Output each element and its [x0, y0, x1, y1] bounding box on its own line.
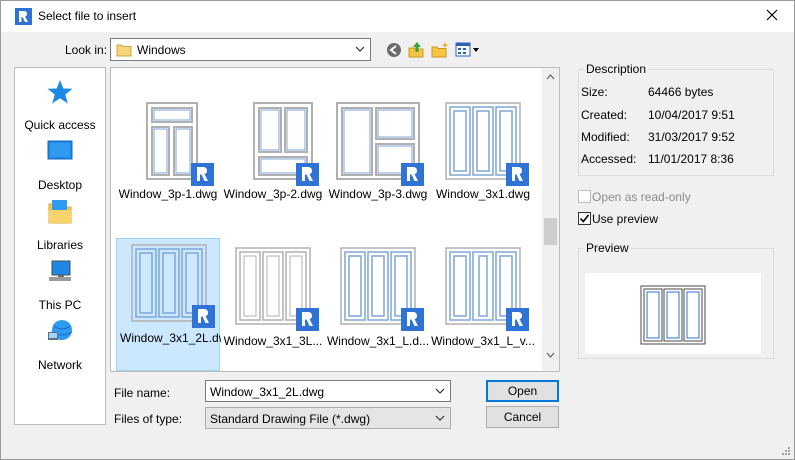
file-type-field-label: Files of type: [114, 412, 183, 426]
place-libraries[interactable]: Libraries [15, 198, 105, 258]
file-tile[interactable]: Window_3p-1.dwg [116, 97, 220, 234]
dwg-file-icon [506, 163, 529, 186]
resize-grip-icon[interactable] [780, 445, 790, 455]
accessed-value: 11/01/2017 8:36 [648, 152, 734, 166]
file-tile[interactable]: Window_3x1.dwg [431, 97, 535, 234]
drawing-preview [640, 285, 706, 345]
preview-title: Preview [584, 241, 631, 255]
file-tile[interactable]: Window_3p-3.dwg [326, 97, 430, 234]
created-label: Created: [581, 108, 628, 122]
dwg-file-icon [296, 163, 319, 186]
folder-icon [116, 44, 132, 57]
file-name-label: Window_3x1_L_v... [431, 334, 535, 348]
place-label: Quick access [24, 118, 96, 132]
places-bar: Quick access Desktop Libraries This PC N… [14, 67, 106, 425]
file-list[interactable]: Window_3p-1.dwg Window_3p-2.dwg Window_3… [110, 67, 560, 372]
place-desktop[interactable]: Desktop [15, 138, 105, 198]
place-this-pc[interactable]: This PC [15, 258, 105, 318]
place-label: Desktop [37, 178, 83, 192]
size-value: 64466 bytes [648, 85, 714, 99]
place-label: Network [37, 358, 82, 372]
place-label: This PC [38, 298, 82, 312]
file-tile[interactable]: Window_3x1_3L... [221, 242, 325, 379]
file-name-label: Window_3x1.dwg [435, 187, 531, 201]
size-label: Size: [581, 85, 608, 99]
file-name-value: Window_3x1_2L.dwg [210, 385, 325, 399]
look-in-dropdown[interactable]: Windows [110, 38, 371, 61]
dwg-file-icon [191, 163, 214, 186]
cancel-button[interactable]: Cancel [486, 406, 559, 428]
dwg-file-icon [296, 308, 319, 331]
file-name-input[interactable]: Window_3x1_2L.dwg [205, 380, 451, 402]
vertical-scrollbar[interactable] [542, 68, 559, 371]
preview-group: Preview [578, 241, 774, 359]
created-value: 10/04/2017 9:51 [648, 108, 735, 122]
scrollbar-thumb[interactable] [544, 218, 557, 245]
description-title: Description [584, 62, 649, 76]
accessed-label: Accessed: [581, 152, 637, 166]
checkbox-box[interactable] [578, 212, 591, 225]
file-name-field-label: File name: [114, 386, 171, 400]
close-icon[interactable] [764, 7, 780, 23]
open-read-only-checkbox[interactable]: Open as read-only [578, 189, 758, 205]
app-logo-icon [15, 8, 32, 25]
file-name-label: Window_3p-3.dwg [328, 187, 428, 201]
file-name-label: Window_3x1_2L.dwg [120, 331, 221, 345]
file-name-label: Window_3p-1.dwg [118, 187, 218, 201]
file-name-label: Window_3x1_3L... [223, 334, 323, 348]
new-folder-icon[interactable] [431, 41, 449, 59]
open-read-only-label: Open as read-only [592, 190, 691, 204]
use-preview-checkbox[interactable]: Use preview [578, 211, 758, 227]
preview-image [585, 273, 761, 354]
file-type-value: Standard Drawing File (*.dwg) [210, 412, 371, 426]
chevron-up-icon[interactable] [546, 74, 555, 80]
chevron-down-icon[interactable] [435, 388, 445, 395]
title-bar: Select file to insert [1, 1, 794, 32]
chevron-down-icon[interactable] [546, 352, 555, 358]
select-file-dialog: Select file to insert Look in: Windows Q… [0, 0, 795, 460]
window-title: Select file to insert [38, 9, 137, 23]
file-type-select[interactable]: Standard Drawing File (*.dwg) [205, 407, 451, 429]
dwg-file-icon [401, 308, 424, 331]
computer-icon [49, 260, 71, 281]
dwg-file-icon [401, 163, 424, 186]
place-label: Libraries [36, 238, 84, 252]
network-icon [48, 320, 73, 340]
file-tile[interactable]: Window_3p-2.dwg [221, 97, 325, 234]
file-tile[interactable]: Window_3x1_L.d... [326, 242, 430, 379]
desktop-icon [47, 140, 73, 160]
checkmark-icon [579, 214, 590, 223]
chevron-down-icon[interactable] [355, 46, 365, 53]
description-group: Description Size: 64466 bytes Created: 1… [578, 62, 774, 176]
open-button[interactable]: Open [486, 380, 559, 402]
dwg-file-icon [506, 308, 529, 331]
modified-label: Modified: [581, 130, 630, 144]
file-name-label: Window_3p-2.dwg [223, 187, 323, 201]
file-tile-selected[interactable]: Window_3x1_2L.dwg [116, 238, 221, 371]
libraries-icon [48, 200, 72, 224]
place-network[interactable]: Network [15, 318, 105, 378]
look-in-value: Windows [137, 43, 186, 57]
star-icon [47, 80, 73, 104]
chevron-down-icon[interactable] [435, 415, 445, 422]
look-in-label: Look in: [65, 43, 108, 57]
file-tile[interactable]: Window_3x1_L_v... [431, 242, 535, 379]
checkbox-box[interactable] [578, 190, 591, 203]
dwg-file-icon [192, 305, 215, 328]
place-quick-access[interactable]: Quick access [15, 78, 105, 138]
modified-value: 31/03/2017 9:52 [648, 130, 735, 144]
use-preview-label: Use preview [592, 212, 659, 226]
view-menu-icon[interactable] [455, 41, 481, 59]
file-name-label: Window_3x1_L.d... [326, 334, 430, 348]
up-folder-icon[interactable] [407, 41, 425, 59]
back-icon[interactable] [385, 41, 403, 59]
